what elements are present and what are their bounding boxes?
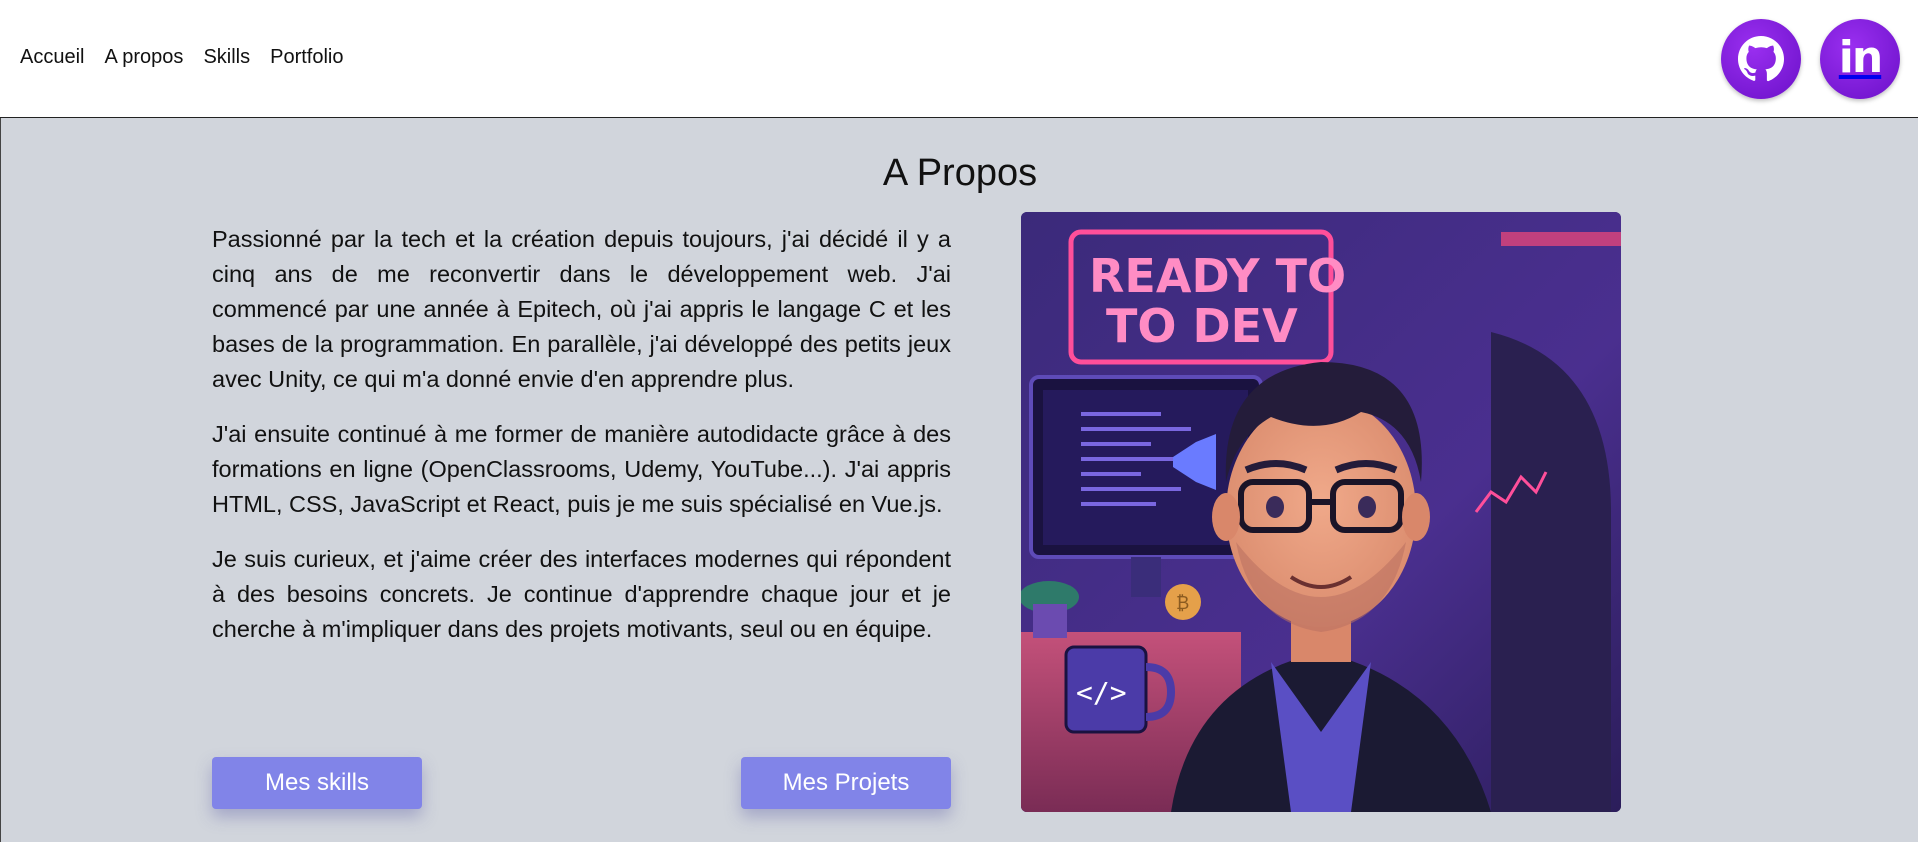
neon-sign-line1: READY TO bbox=[1089, 249, 1346, 303]
nav-link-accueil[interactable]: Accueil bbox=[20, 46, 84, 69]
main-nav: Accueil A propos Skills Portfolio bbox=[20, 46, 343, 69]
mes-skills-button[interactable]: Mes skills bbox=[212, 757, 422, 809]
nav-link-portfolio[interactable]: Portfolio bbox=[270, 46, 343, 69]
about-paragraph: Passionné par la tech et la création dep… bbox=[212, 226, 951, 392]
profile-illustration: READY TO TO DEV ₿ </> bbox=[1021, 212, 1621, 812]
github-link[interactable] bbox=[1721, 19, 1801, 99]
github-icon bbox=[1738, 36, 1784, 82]
about-text: Passionné par la tech et la création dep… bbox=[212, 222, 951, 667]
mes-projets-button[interactable]: Mes Projets bbox=[741, 757, 951, 809]
neon-sign-line2: TO DEV bbox=[1106, 299, 1298, 353]
svg-text:₿: ₿ bbox=[1176, 593, 1189, 614]
linkedin-link[interactable]: in bbox=[1820, 19, 1900, 99]
svg-text:</>: </> bbox=[1076, 676, 1127, 709]
nav-link-a-propos[interactable]: A propos bbox=[104, 46, 183, 69]
linkedin-icon: in bbox=[1838, 31, 1883, 83]
top-navbar: Accueil A propos Skills Portfolio in bbox=[0, 0, 1918, 118]
nav-link-skills[interactable]: Skills bbox=[203, 46, 250, 69]
developer-avatar-illustration: READY TO TO DEV ₿ </> bbox=[1021, 212, 1621, 812]
about-section: A Propos Passionné par la tech et la cré… bbox=[0, 118, 1918, 842]
about-paragraph: J'ai ensuite continué à me former de man… bbox=[212, 421, 951, 517]
page-title: A Propos bbox=[882, 152, 1038, 194]
about-paragraph: Je suis curieux, et j'aime créer des int… bbox=[212, 546, 951, 642]
